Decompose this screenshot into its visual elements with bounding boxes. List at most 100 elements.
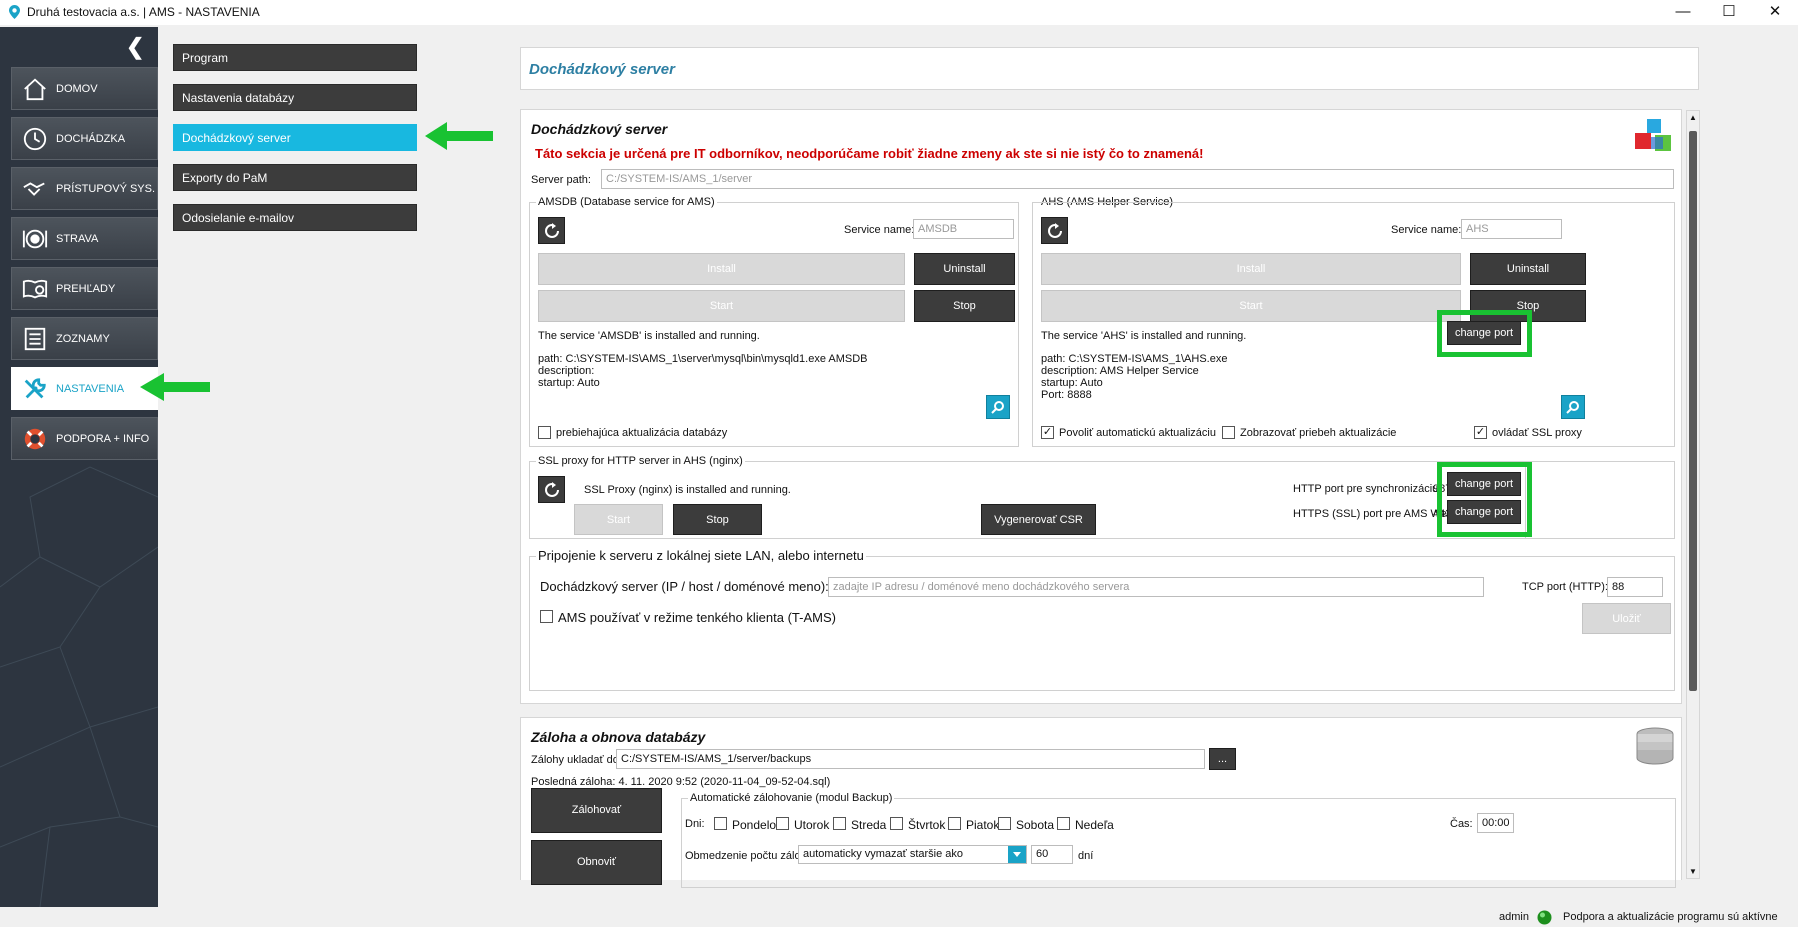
minimize-button[interactable]: — bbox=[1660, 0, 1706, 25]
book-icon bbox=[22, 279, 48, 299]
amsdb-group-title: AMSDB (Database service for AMS) bbox=[536, 196, 717, 208]
nav-item-label: DOMOV bbox=[56, 83, 98, 95]
show-update-progress-label: Zobrazovať priebeh aktualizácie bbox=[1240, 427, 1397, 439]
nav-item-nastavenia[interactable]: NASTAVENIA bbox=[11, 367, 158, 410]
plate-icon bbox=[22, 229, 48, 249]
nav-item-doch-dzka[interactable]: DOCHÁDZKA bbox=[11, 117, 158, 160]
amsdb-start-button[interactable]: Start bbox=[538, 290, 905, 322]
ahs-change-port-button[interactable]: change port bbox=[1447, 321, 1521, 345]
server-address-input[interactable]: zadajte IP adresu / doménové meno dochád… bbox=[828, 577, 1484, 597]
ssl-proxy-control-label: ovládať SSL proxy bbox=[1492, 427, 1582, 439]
https-change-port-button[interactable]: change port bbox=[1447, 500, 1521, 524]
save-button[interactable]: Uložiť bbox=[1582, 603, 1671, 634]
ssl-start-button[interactable]: Start bbox=[574, 504, 663, 535]
nav-item-zoznamy[interactable]: ZOZNAMY bbox=[11, 317, 158, 360]
service-name-label: Service name: bbox=[1391, 224, 1462, 236]
nav-item-label: STRAVA bbox=[56, 233, 99, 245]
day-checkbox[interactable] bbox=[948, 817, 961, 830]
nav-item-pr-stupov-sys[interactable]: PRÍSTUPOVÝ SYS. bbox=[11, 167, 158, 210]
day-label: Nedeľa bbox=[1075, 818, 1114, 832]
db-update-checkbox[interactable] bbox=[538, 426, 551, 439]
refresh-ahs-button[interactable] bbox=[1041, 217, 1068, 244]
generate-csr-button[interactable]: Vygenerovať CSR bbox=[981, 504, 1096, 535]
house-icon bbox=[24, 78, 46, 101]
backup-title: Záloha a obnova databázy bbox=[531, 729, 706, 745]
submenu-email-sending[interactable]: Odosielanie e-mailov bbox=[173, 204, 417, 231]
day-checkbox[interactable] bbox=[833, 817, 846, 830]
amsdb-stop-button[interactable]: Stop bbox=[914, 290, 1015, 322]
submenu-program[interactable]: Program bbox=[173, 44, 417, 71]
browse-button[interactable]: ... bbox=[1209, 748, 1236, 770]
day-label: Sobota bbox=[1016, 818, 1055, 832]
nav-item-label: DOCHÁDZKA bbox=[56, 133, 126, 145]
nav-item-label: PODPORA + INFO bbox=[56, 433, 150, 445]
ahs-info-path: path: C:\SYSTEM-IS\AMS_1\AHS.exe bbox=[1041, 353, 1228, 365]
amsdb-status-text: The service 'AMSDB' is installed and run… bbox=[538, 330, 760, 342]
http-change-port-button[interactable]: change port bbox=[1447, 472, 1521, 496]
submenu-database-settings[interactable]: Nastavenia databázy bbox=[173, 84, 417, 111]
status-bar: admin Podpora a aktualizácie programu sú… bbox=[0, 907, 1798, 927]
search-icon bbox=[1566, 401, 1579, 414]
time-input[interactable]: 00:00 bbox=[1477, 813, 1514, 833]
amsdb-uninstall-button[interactable]: Uninstall bbox=[914, 253, 1015, 285]
amsdb-search-button[interactable] bbox=[986, 395, 1010, 419]
nav-item-strava[interactable]: STRAVA bbox=[11, 217, 158, 260]
scroll-down-icon[interactable]: ▼ bbox=[1689, 867, 1697, 876]
ssl-group: SSL proxy for HTTP server in AHS (nginx)… bbox=[529, 455, 1526, 539]
tcp-port-label: TCP port (HTTP): bbox=[1522, 581, 1608, 593]
app-logo-icon bbox=[9, 5, 20, 19]
ahs-info-description: description: AMS Helper Service bbox=[1041, 365, 1199, 377]
day-checkbox[interactable] bbox=[776, 817, 789, 830]
nav-item-podpora-info[interactable]: PODPORA + INFO bbox=[11, 417, 158, 460]
day-checkbox[interactable] bbox=[998, 817, 1011, 830]
ahs-uninstall-button[interactable]: Uninstall bbox=[1470, 253, 1586, 285]
page-header: Dochádzkový server bbox=[520, 47, 1699, 90]
title-bar: Druhá testovacia a.s. | AMS - NASTAVENIA… bbox=[0, 0, 1798, 25]
ahs-info-startup: startup: Auto bbox=[1041, 377, 1103, 389]
submenu-attendance-server[interactable]: Dochádzkový server bbox=[173, 124, 417, 151]
nav-item-label: PREHĽADY bbox=[56, 283, 116, 295]
amsdb-info-path: path: C:\SYSTEM-IS\AMS_1\server\mysql\bi… bbox=[538, 353, 868, 365]
submenu-exports-pam[interactable]: Exporty do PaM bbox=[173, 164, 417, 191]
limit-select[interactable]: automaticky vymazať staršie ako bbox=[798, 845, 1027, 864]
backup-now-button[interactable]: Zálohovať bbox=[531, 788, 662, 833]
nav-item-preh-ady[interactable]: PREHĽADY bbox=[11, 267, 158, 310]
collapse-menu-icon[interactable]: ❮ bbox=[126, 36, 144, 58]
ahs-install-button[interactable]: Install bbox=[1041, 253, 1461, 285]
wrench-icon bbox=[24, 378, 46, 399]
dropdown-arrow-icon[interactable] bbox=[1008, 846, 1026, 863]
ssl-proxy-control-checkbox[interactable]: ✓ bbox=[1474, 426, 1487, 439]
limit-count-input[interactable]: 60 bbox=[1031, 845, 1073, 864]
day-label: Utorok bbox=[794, 818, 830, 832]
nav-item-domov[interactable]: DOMOV bbox=[11, 67, 158, 110]
amsdb-service-name-field[interactable]: AMSDB bbox=[913, 219, 1014, 239]
ahs-service-name-field[interactable]: AHS bbox=[1461, 219, 1562, 239]
ahs-info-port: Port: 8888 bbox=[1041, 389, 1092, 401]
ahs-start-button[interactable]: Start bbox=[1041, 290, 1461, 322]
server-path-label: Server path: bbox=[531, 174, 591, 186]
refresh-amsdb-button[interactable] bbox=[538, 217, 565, 244]
vertical-scrollbar[interactable]: ▲ ▼ bbox=[1686, 110, 1700, 879]
day-checkbox[interactable] bbox=[1057, 817, 1070, 830]
auto-update-checkbox[interactable]: ✓ bbox=[1041, 426, 1054, 439]
close-button[interactable]: ✕ bbox=[1752, 0, 1798, 25]
nav-item-label: NASTAVENIA bbox=[56, 383, 125, 395]
content-area: Dochádzkový server Dochádzkový server Tá… bbox=[520, 47, 1701, 888]
lifebuoy-icon bbox=[24, 428, 46, 450]
scrollbar-thumb[interactable] bbox=[1689, 131, 1697, 691]
backup-dir-field[interactable]: C:/SYSTEM-IS/AMS_1/server/backups bbox=[616, 749, 1205, 769]
restore-button[interactable]: Obnoviť bbox=[531, 840, 662, 885]
tcp-port-input[interactable]: 88 bbox=[1607, 577, 1663, 597]
maximize-button[interactable]: ☐ bbox=[1706, 0, 1752, 25]
server-path-field[interactable]: C:/SYSTEM-IS/AMS_1/server bbox=[601, 169, 1674, 189]
ssl-stop-button[interactable]: Stop bbox=[673, 504, 762, 535]
https-port-label: HTTPS (SSL) port pre AMS Web: bbox=[1293, 508, 1457, 520]
amsdb-install-button[interactable]: Install bbox=[538, 253, 905, 285]
show-update-progress-checkbox[interactable] bbox=[1222, 426, 1235, 439]
day-checkbox[interactable] bbox=[890, 817, 903, 830]
ahs-search-button[interactable] bbox=[1561, 395, 1585, 419]
scroll-up-icon[interactable]: ▲ bbox=[1689, 113, 1697, 122]
refresh-ssl-button[interactable] bbox=[538, 476, 565, 503]
day-checkbox[interactable] bbox=[714, 817, 727, 830]
thin-client-checkbox[interactable] bbox=[540, 610, 553, 623]
